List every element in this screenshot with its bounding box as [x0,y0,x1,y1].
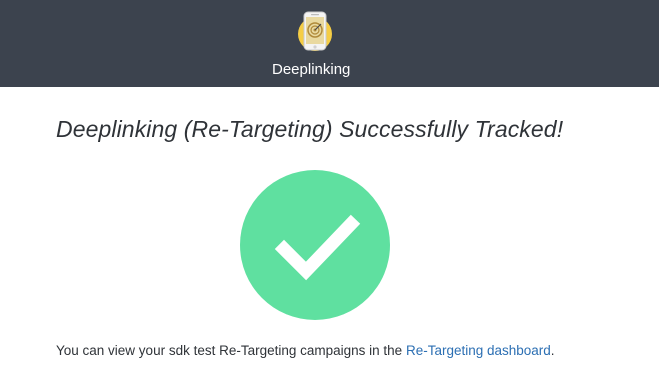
message-text: You can view your sdk test Re-Targeting … [56,343,406,358]
header-title: Deeplinking [272,61,351,78]
deeplink-phone-target-icon [298,11,332,51]
message-period: . [550,343,555,358]
page-title: Deeplinking (Re-Targeting) Successfully … [56,116,564,142]
re-targeting-dashboard-link[interactable]: Re-Targeting dashboard [406,343,551,358]
header-bar: Deeplinking [0,0,659,87]
dashboard-message: You can view your sdk test Re-Targeting … [56,343,555,358]
checkmark-icon [240,170,390,320]
